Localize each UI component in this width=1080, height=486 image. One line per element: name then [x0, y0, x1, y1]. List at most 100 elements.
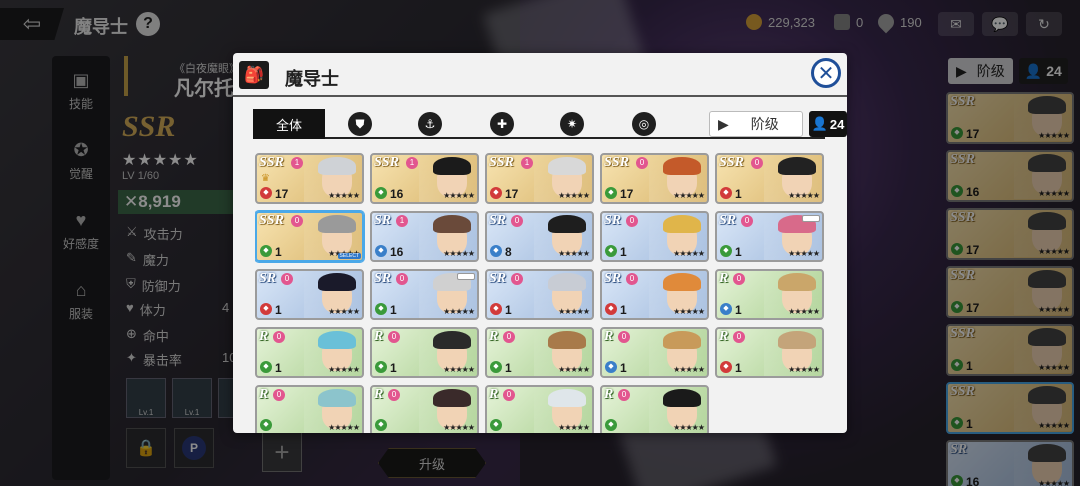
portrait-hair	[548, 273, 586, 291]
character-card[interactable]: R 0 ◆ 1 ★★★★★	[485, 327, 594, 378]
card-stars: ★★★★★	[673, 307, 705, 316]
awaken-badge: 1	[396, 215, 408, 227]
awaken-badge: 1	[406, 157, 418, 169]
character-card[interactable]: R 0 ◆ ★★★★★	[485, 385, 594, 433]
sort-label: 阶级	[750, 116, 779, 132]
portrait-hair	[548, 157, 586, 175]
character-card[interactable]: R 0 ◆ 1 ★★★★★	[370, 327, 479, 378]
character-card[interactable]: SR 0 ◆ 8 ★★★★★	[485, 211, 594, 262]
card-level: 1	[505, 303, 512, 317]
card-stars: ★★★★★	[328, 365, 360, 374]
character-card[interactable]: SR 0 ◆ 1 ★★★★★	[600, 211, 709, 262]
character-card[interactable]: SSR0◆1★★★★★SELECT	[255, 211, 364, 262]
attr-shield-icon: ⛊	[355, 116, 365, 131]
card-level: 8	[505, 245, 512, 259]
awaken-badge: 0	[733, 273, 745, 285]
awaken-badge: 0	[751, 157, 763, 169]
rarity-label: SR	[604, 271, 622, 286]
awaken-badge: 0	[281, 273, 293, 285]
portrait-hair	[663, 331, 701, 349]
card-stars: ★★★★★	[443, 423, 475, 432]
character-card[interactable]: SR 0 ◆ 1 ★★★★★	[715, 211, 824, 262]
character-card[interactable]: R 0 ◆ ★★★★★	[255, 385, 364, 433]
bag-icon: 🎒	[239, 61, 269, 89]
card-level: 1	[275, 245, 282, 259]
card-level: 1	[275, 303, 282, 317]
tab-attr-2[interactable]: ⚓	[418, 112, 442, 136]
awaken-badge: 0	[626, 273, 638, 285]
character-card[interactable]: SR 0 ◆ 1 ★★★★★	[600, 269, 709, 320]
portrait-hair	[663, 157, 701, 175]
person-icon: 👤	[811, 116, 828, 131]
character-card[interactable]: R 0 ◆ 1 ★★★★★	[715, 327, 824, 378]
card-level: 1	[735, 245, 742, 259]
play-icon: ▶	[718, 115, 729, 132]
attr-ring-icon: ◎	[638, 117, 650, 131]
character-card[interactable]: R 0 ◆ ★★★★★	[600, 385, 709, 433]
card-stars: ★★★★★	[788, 249, 820, 258]
tab-attr-1[interactable]: ⛊	[348, 112, 372, 136]
awaken-badge: 0	[618, 331, 630, 343]
card-stars: ★★★★★	[328, 191, 360, 200]
awaken-badge: 0	[273, 331, 285, 343]
character-card[interactable]: SR 0 ◆ 1 ★★★★★	[485, 269, 594, 320]
rarity-label: SSR	[259, 213, 284, 228]
portrait-hair	[318, 157, 356, 175]
rarity-label: SR	[374, 271, 392, 286]
attribute-icon: ◆	[605, 187, 617, 199]
attribute-icon: ◆	[490, 303, 502, 315]
character-card[interactable]: R 0 ◆ 1 ★★★★★	[715, 269, 824, 320]
character-card[interactable]: R 0 ◆ ★★★★★	[370, 385, 479, 433]
card-level: 1	[390, 361, 397, 375]
close-button[interactable]: ✕	[811, 58, 841, 88]
character-card[interactable]: SSR 1 ◆ 16 ★★★★★	[370, 153, 479, 204]
rarity-label: SSR	[604, 155, 629, 170]
card-stars: ★★★★★	[673, 191, 705, 200]
attribute-icon: ◆	[375, 419, 387, 431]
rarity-label: SSR	[489, 155, 514, 170]
tab-all[interactable]: 全体	[253, 109, 325, 139]
card-stars: ★★★★★	[558, 307, 590, 316]
attr-star-icon: ✷	[566, 117, 578, 131]
card-stars: ★★★★★	[328, 307, 360, 316]
rarity-label: SR	[374, 213, 392, 228]
tab-attr-4[interactable]: ✷	[560, 112, 584, 136]
card-level: 1	[275, 361, 282, 375]
portrait-hair	[548, 215, 586, 233]
rarity-label: SSR	[719, 155, 744, 170]
tab-attr-3[interactable]: ✚	[490, 112, 514, 136]
rarity-label: R	[489, 329, 499, 344]
card-level: 17	[620, 187, 634, 201]
awaken-badge: 0	[636, 157, 648, 169]
rarity-label: SR	[719, 213, 737, 228]
attribute-icon: ◆	[375, 361, 387, 373]
attribute-icon: ◆	[375, 187, 387, 199]
rarity-label: SR	[259, 271, 277, 286]
attribute-icon: ◆	[260, 303, 272, 315]
card-level: 16	[390, 187, 404, 201]
card-stars: ★★★★★	[788, 191, 820, 200]
portrait-hair	[433, 331, 471, 349]
character-card[interactable]: SR 0 ◆ 1 ★★★★★	[370, 269, 479, 320]
sort-button[interactable]: ▶ 阶级	[709, 111, 803, 137]
portrait-hair	[663, 215, 701, 233]
character-card[interactable]: R 0 ◆ 1 ★★★★★	[255, 327, 364, 378]
attribute-icon: ◆	[720, 303, 732, 315]
tab-attr-5[interactable]: ◎	[632, 112, 656, 136]
card-level: 1	[620, 303, 627, 317]
character-card[interactable]: SR 0 ◆ 1 ★★★★★	[255, 269, 364, 320]
character-card[interactable]: SSR 0 ◆ 1 ★★★★★	[715, 153, 824, 204]
character-card[interactable]: R 0 ◆ 1 ★★★★★	[600, 327, 709, 378]
card-stars: ★★★★★	[788, 365, 820, 374]
card-stars: ★★★★★	[558, 365, 590, 374]
character-card[interactable]: SSR 1 ♛ ◆ 17 ★★★★★	[255, 153, 364, 204]
character-card[interactable]: SSR 0 ◆ 17 ★★★★★	[600, 153, 709, 204]
card-level: 1	[735, 303, 742, 317]
awaken-badge: 0	[388, 389, 400, 401]
attr-plus-icon: ✚	[496, 117, 508, 131]
character-card[interactable]: SR 1 ◆ 16 ★★★★★	[370, 211, 479, 262]
character-card[interactable]: SSR 1 ◆ 17 ★★★★★	[485, 153, 594, 204]
attribute-icon: ◆	[490, 361, 502, 373]
attribute-icon: ◆	[260, 245, 272, 257]
awaken-badge: 0	[503, 331, 515, 343]
